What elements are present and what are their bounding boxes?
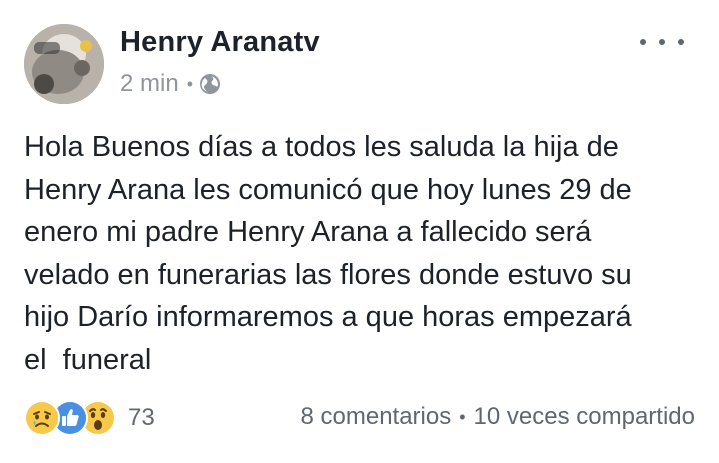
facebook-post: Henry Aranatv 2 min • Hola Buenos días a… — [0, 0, 719, 463]
post-time[interactable]: 2 min — [120, 70, 179, 98]
more-options-icon[interactable] — [640, 30, 684, 54]
more-dot — [659, 39, 665, 45]
globe-icon[interactable] — [199, 73, 221, 95]
shares-count[interactable]: 10 veces compartido — [474, 403, 695, 431]
more-dot — [640, 39, 646, 45]
post-meta: 2 min • — [120, 70, 221, 98]
reaction-count[interactable]: 73 — [128, 404, 155, 432]
meta-separator: • — [186, 73, 193, 94]
comments-count[interactable]: 8 comentarios — [300, 403, 451, 431]
author-name[interactable]: Henry Aranatv — [120, 26, 320, 59]
footer-separator: • — [459, 406, 466, 427]
more-dot — [678, 39, 684, 45]
avatar[interactable] — [24, 24, 104, 104]
engagement-summary: 8 comentarios • 10 veces compartido — [300, 403, 695, 431]
sad-reaction-icon — [24, 400, 60, 436]
reactions-summary[interactable]: 73 — [24, 400, 155, 436]
avatar-photo — [24, 24, 104, 104]
post-text: Hola Buenos días a todos les saluda la h… — [24, 131, 632, 376]
